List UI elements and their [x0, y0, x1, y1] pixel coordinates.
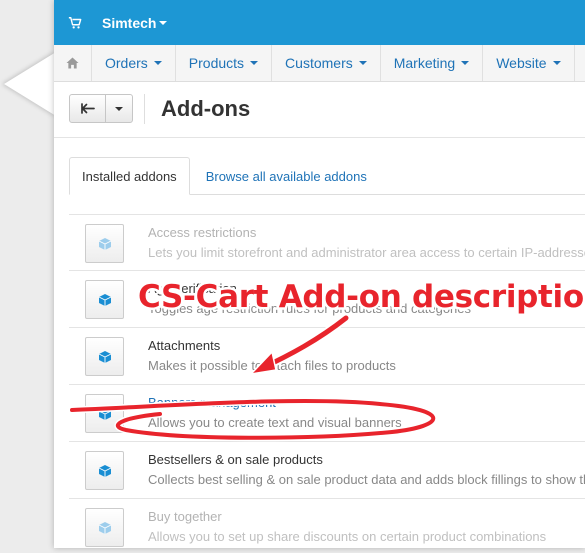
addon-row: Access restrictions Lets you limit store…	[69, 214, 585, 271]
addon-row: Age verification Toggles age restriction…	[69, 271, 585, 328]
addon-description: Makes it possible to attach files to pro…	[148, 358, 396, 373]
page-toolbar: Add-ons	[54, 82, 585, 138]
addon-description: Allows you to create text and visual ban…	[148, 415, 402, 430]
nav-marketing[interactable]: Marketing	[381, 45, 484, 81]
addon-tabs: Installed addons Browse all available ad…	[69, 157, 585, 195]
store-selector[interactable]: Simtech	[102, 14, 168, 31]
page-title: Add-ons	[161, 96, 251, 121]
addon-row: Attachments Makes it possible to attach …	[69, 328, 585, 385]
back-button-group	[69, 94, 133, 123]
cube-icon	[98, 237, 111, 250]
admin-panel-frame: Simtech Orders Products Customers Market…	[54, 0, 585, 548]
chevron-down-icon	[358, 61, 367, 65]
nav-customers-label: Customers	[285, 55, 353, 71]
nav-orders-label: Orders	[105, 55, 148, 71]
addon-list: Access restrictions Lets you limit store…	[69, 214, 585, 553]
nav-website[interactable]: Website	[483, 45, 575, 81]
addon-name: Buy together	[148, 509, 222, 524]
nav-products-label: Products	[188, 55, 245, 71]
toolbar-divider	[144, 94, 145, 124]
addon-name: Bestsellers & on sale products	[148, 452, 323, 467]
cube-icon	[98, 407, 111, 420]
cube-icon	[98, 521, 111, 534]
addon-description: Collects best selling & on sale product …	[148, 472, 585, 487]
addon-settings-button[interactable]	[85, 451, 124, 490]
cube-icon	[98, 293, 111, 306]
nav-orders[interactable]: Orders	[92, 45, 176, 81]
home-button[interactable]	[54, 45, 92, 81]
addon-name: Attachments	[148, 338, 221, 353]
back-arrow-icon	[80, 103, 95, 114]
addon-row: Buy together Allows you to set up share …	[69, 499, 585, 553]
addon-name: Access restrictions	[148, 225, 257, 240]
home-icon	[66, 57, 79, 69]
history-dropdown-button[interactable]	[106, 95, 132, 122]
addon-description: Toggles age restriction rules for produc…	[148, 301, 472, 316]
nav-customers[interactable]: Customers	[272, 45, 381, 81]
nav-website-label: Website	[496, 55, 547, 71]
chevron-down-icon	[552, 61, 561, 65]
nav-products[interactable]: Products	[176, 45, 273, 81]
addon-description: Lets you limit storefront and administra…	[148, 245, 585, 260]
cart-icon	[68, 16, 82, 29]
chevron-down-icon	[159, 20, 168, 25]
store-name-label: Simtech	[102, 14, 157, 31]
top-bar: Simtech	[54, 0, 585, 45]
chevron-down-icon	[250, 61, 259, 65]
addon-description: Allows you to set up share discounts on …	[148, 529, 547, 544]
cube-icon	[98, 464, 111, 477]
tab-installed-addons[interactable]: Installed addons	[69, 157, 190, 195]
addon-row: Bestsellers & on sale products Collects …	[69, 442, 585, 499]
back-button[interactable]	[70, 95, 106, 122]
chevron-down-icon	[115, 106, 123, 111]
addon-settings-button[interactable]	[85, 224, 124, 263]
speech-bubble-pointer	[4, 52, 56, 116]
addon-settings-button[interactable]	[85, 280, 124, 319]
tab-browse-addons[interactable]: Browse all available addons	[190, 157, 379, 195]
main-nav: Orders Products Customers Marketing Webs…	[54, 45, 585, 82]
addon-settings-button[interactable]	[85, 508, 124, 547]
chevron-down-icon	[153, 61, 162, 65]
addon-settings-button[interactable]	[85, 337, 124, 376]
cube-icon	[98, 350, 111, 363]
addon-settings-button[interactable]	[85, 394, 124, 433]
addon-name-link[interactable]: Banners management	[148, 395, 276, 410]
addon-row: Banners management Allows you to create …	[69, 385, 585, 442]
addon-name: Age verification	[148, 281, 237, 296]
chevron-down-icon	[461, 61, 470, 65]
nav-marketing-label: Marketing	[393, 55, 456, 71]
